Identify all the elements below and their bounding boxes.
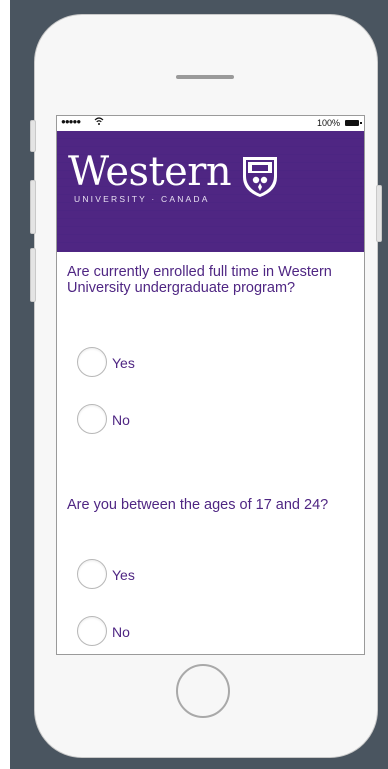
logo-tagline: UNIVERSITY · CANADA: [74, 194, 210, 204]
battery-icon: [345, 120, 362, 126]
question-1-text: Are currently enrolled full time in West…: [67, 264, 332, 296]
question-2-text: Are you between the ages of 17 and 24?: [67, 497, 329, 513]
volume-up-button: [30, 180, 36, 234]
power-button: [376, 185, 382, 242]
volume-down-button: [30, 248, 36, 302]
battery-percent: 100%: [316, 118, 340, 128]
home-button[interactable]: [176, 664, 230, 718]
logo-wordmark: Western: [68, 149, 232, 195]
crest-icon: [243, 157, 277, 197]
header-banner: Western UNIVERSITY · CANADA: [57, 131, 364, 252]
q1-yes-label: Yes: [112, 355, 135, 371]
q2-no-radio[interactable]: [77, 616, 107, 646]
q1-yes-radio[interactable]: [77, 347, 107, 377]
speaker-grille: [176, 75, 234, 79]
q2-no-label: No: [112, 624, 130, 640]
q2-yes-label: Yes: [112, 567, 135, 583]
q1-no-radio[interactable]: [77, 404, 107, 434]
q2-yes-radio[interactable]: [77, 559, 107, 589]
phone-screen: ●●●●● 100% Western UNIVERSITY · CANADA A…: [56, 115, 365, 655]
mute-switch: [30, 120, 36, 152]
signal-strength-icon: ●●●●●: [61, 117, 81, 126]
q1-no-label: No: [112, 412, 130, 428]
wifi-icon: [94, 116, 104, 129]
status-bar: ●●●●● 100%: [57, 116, 364, 131]
